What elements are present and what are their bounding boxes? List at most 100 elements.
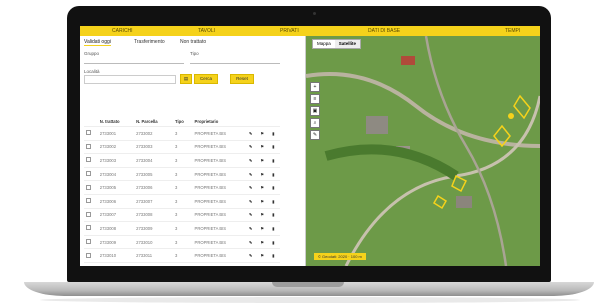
table-row[interactable]: 2733001 2733002 3 PROPRIETA BIS ✎ ⚑ ▮: [84, 126, 280, 141]
checkbox-icon[interactable]: [86, 252, 91, 258]
row-checkbox[interactable]: [84, 193, 98, 209]
delete-icon[interactable]: ▮: [270, 126, 280, 141]
tab-validati[interactable]: Validati oggi: [84, 39, 111, 46]
reset-button[interactable]: Reset: [230, 74, 254, 84]
row-checkbox[interactable]: [84, 221, 98, 236]
edit-icon[interactable]: ✎: [246, 139, 259, 154]
nav-item-tavoli[interactable]: TAVOLI: [198, 28, 215, 34]
nav-item-privati[interactable]: PRIVATI: [280, 28, 299, 34]
table-row[interactable]: 273301127330123PROPRIETA BIS✎⚑▮: [84, 261, 280, 266]
tab-trasferimento[interactable]: Trasferimento: [134, 39, 165, 45]
table-row[interactable]: 2733005 2733006 3 PROPRIETA BIS ✎ ⚑ ▮: [84, 180, 280, 195]
table-row[interactable]: 2733007 2733008 3 PROPRIETA BIS ✎ ⚑ ▮: [84, 207, 280, 222]
col-header-trattato[interactable]: N. trattato: [98, 116, 134, 127]
row-checkbox[interactable]: [84, 234, 98, 249]
row-checkbox[interactable]: [84, 126, 98, 141]
checkbox-icon[interactable]: [86, 143, 91, 149]
checkbox-icon[interactable]: [86, 184, 91, 190]
parcels-table: N. trattato N. Parcella Tipo Proprietari…: [84, 116, 280, 266]
row-checkbox[interactable]: [84, 153, 98, 168]
edit-icon[interactable]: ✎: [246, 193, 259, 209]
row-checkbox[interactable]: [84, 248, 98, 263]
table-row[interactable]: 2733003 2733004 3 PROPRIETA BIS ✎ ⚑ ▮: [84, 153, 280, 168]
delete-icon[interactable]: ▮: [270, 261, 280, 266]
delete-icon[interactable]: ▮: [270, 153, 280, 168]
search-button[interactable]: Cerca: [194, 74, 218, 84]
edit-icon[interactable]: ✎: [246, 166, 259, 181]
edit-icon[interactable]: ✎: [246, 180, 259, 195]
print-icon[interactable]: ▣: [310, 106, 320, 116]
table-row[interactable]: 2733006 2733007 3 PROPRIETA BIS ✎ ⚑ ▮: [84, 193, 280, 209]
flag-icon[interactable]: ⚑: [258, 221, 271, 236]
label-tipo: Tipo: [190, 51, 199, 56]
cell-tipo: 3: [173, 207, 193, 222]
flag-icon[interactable]: ⚑: [258, 166, 271, 181]
edit-icon[interactable]: ✎: [246, 261, 259, 266]
table-row[interactable]: 2733009 2733010 3 PROPRIETA BIS ✎ ⚑ ▮: [84, 234, 280, 249]
top-nav: CARICHI TAVOLI PRIVATI DATI DI BASE TEMP…: [80, 26, 540, 36]
flag-icon[interactable]: ⚑: [258, 180, 271, 195]
row-checkbox[interactable]: [84, 207, 98, 222]
search-icon[interactable]: ⌕: [310, 118, 320, 128]
checkbox-icon[interactable]: [86, 211, 91, 217]
delete-icon[interactable]: ▮: [270, 207, 280, 222]
gruppo-input[interactable]: [84, 57, 184, 64]
delete-icon[interactable]: ▮: [270, 180, 280, 195]
cell-trattato: 2733006: [97, 193, 135, 209]
nav-item-dati-di-base[interactable]: DATI DI BASE: [368, 28, 400, 34]
filter-button[interactable]: ▤: [180, 74, 192, 84]
flag-icon[interactable]: ⚑: [258, 153, 271, 168]
checkbox-icon[interactable]: [86, 157, 91, 163]
table-row[interactable]: 2733002 2733003 3 PROPRIETA BIS ✎ ⚑ ▮: [84, 139, 280, 154]
map-tab-mappa[interactable]: Mappa: [313, 40, 335, 48]
table-row[interactable]: 2733008 2733009 3 PROPRIETA BIS ✎ ⚑ ▮: [84, 221, 280, 236]
checkbox-icon[interactable]: [86, 225, 91, 231]
tipo-input[interactable]: [190, 57, 280, 64]
label-gruppo: Gruppo: [84, 51, 100, 56]
delete-icon[interactable]: ▮: [270, 166, 280, 181]
delete-icon[interactable]: ▮: [270, 139, 280, 154]
checkbox-icon[interactable]: [86, 130, 91, 136]
checkbox-icon[interactable]: [86, 171, 91, 177]
edit-icon[interactable]: ✎: [246, 248, 259, 263]
flag-icon[interactable]: ⚑: [258, 193, 271, 209]
zoom-in-icon[interactable]: +: [310, 82, 320, 92]
nav-item-carichi[interactable]: CARICHI: [112, 28, 133, 34]
checkbox-icon[interactable]: [86, 198, 91, 204]
map-tab-satellite[interactable]: Satellite: [334, 40, 361, 48]
checkbox-icon[interactable]: [86, 239, 91, 245]
edit-icon[interactable]: ✎: [246, 234, 259, 249]
flag-icon[interactable]: ⚑: [258, 261, 271, 266]
edit-icon[interactable]: ✎: [246, 153, 259, 168]
cell-parcella: 2733004: [134, 153, 174, 168]
map-view[interactable]: Mappa Satellite + ≡ ▣ ⌕ ✎ © Geodati: 202…: [306, 36, 540, 266]
flag-icon[interactable]: ⚑: [258, 126, 271, 141]
row-checkbox[interactable]: [84, 166, 98, 181]
table-row[interactable]: 2733004 2733005 3 PROPRIETA BIS ✎ ⚑ ▮: [84, 166, 280, 181]
map-pin-icon[interactable]: [508, 113, 514, 119]
delete-icon[interactable]: ▮: [270, 248, 280, 263]
col-header-tipo[interactable]: Tipo: [173, 116, 193, 127]
flag-icon[interactable]: ⚑: [258, 248, 271, 263]
layers-icon[interactable]: ≡: [310, 94, 320, 104]
edit-icon[interactable]: ✎: [246, 207, 259, 222]
flag-icon[interactable]: ⚑: [258, 234, 271, 249]
table-row[interactable]: 2733010 2733011 3 PROPRIETA BIS ✎ ⚑ ▮: [84, 248, 280, 263]
pencil-icon[interactable]: ✎: [310, 130, 320, 140]
row-checkbox[interactable]: [84, 261, 98, 266]
nav-item-tempi[interactable]: TEMPI: [505, 28, 520, 34]
edit-icon[interactable]: ✎: [246, 221, 259, 236]
cell-proprietario: PROPRIETA BIS: [192, 234, 247, 249]
flag-icon[interactable]: ⚑: [258, 139, 271, 154]
delete-icon[interactable]: ▮: [270, 193, 280, 209]
row-checkbox[interactable]: [84, 180, 98, 195]
tab-non-trattato[interactable]: Non trattato: [180, 39, 206, 45]
col-header-parcella[interactable]: N. Parcella: [134, 116, 173, 127]
flag-icon[interactable]: ⚑: [258, 207, 271, 222]
col-header-proprietario[interactable]: Proprietario: [193, 116, 247, 127]
delete-icon[interactable]: ▮: [270, 234, 280, 249]
edit-icon[interactable]: ✎: [246, 126, 259, 141]
row-checkbox[interactable]: [84, 139, 98, 154]
delete-icon[interactable]: ▮: [270, 221, 280, 236]
localita-select[interactable]: [84, 75, 176, 84]
